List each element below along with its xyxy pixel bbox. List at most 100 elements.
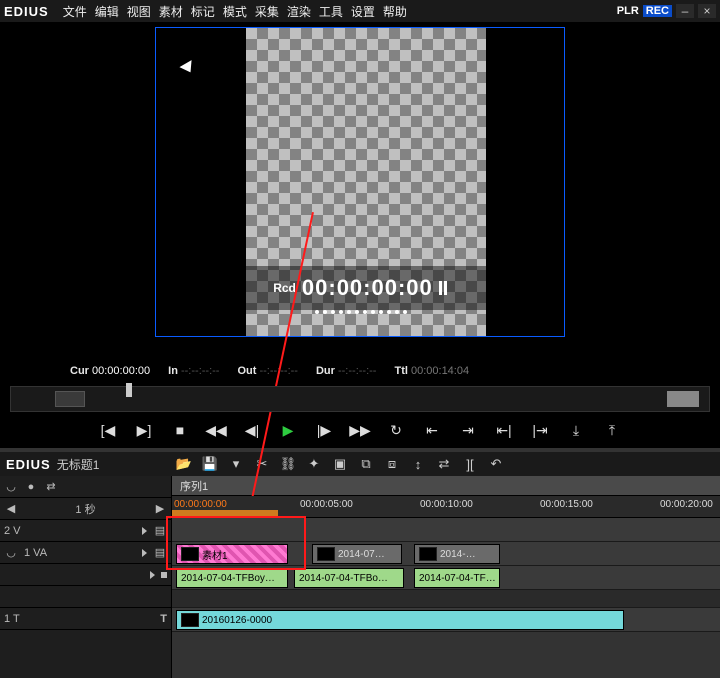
insert-button[interactable]: ⤓: [565, 420, 587, 440]
menu-mode[interactable]: 模式: [223, 3, 247, 20]
scrub-range-handle[interactable]: [55, 391, 85, 407]
ruler-tick-1: 00:00:05:00: [300, 499, 353, 510]
menu-edit[interactable]: 编辑: [95, 3, 119, 20]
ruler-tick-2: 00:00:10:00: [420, 499, 473, 510]
loop-button[interactable]: ↻: [385, 420, 407, 440]
sequence-label: 序列1: [180, 478, 208, 494]
video-icon[interactable]: ▤: [153, 546, 167, 560]
dropdown-icon[interactable]: ▾: [228, 456, 244, 472]
rewind-button[interactable]: ◀◀: [205, 420, 227, 440]
track-2v-label: 2 V: [4, 525, 21, 537]
eye-icon[interactable]: ◡: [4, 480, 18, 494]
thumb-icon: [317, 547, 335, 561]
title-icon[interactable]: T: [160, 613, 167, 625]
next-icon[interactable]: ▶: [153, 502, 167, 516]
dur-value[interactable]: --:--:--:--: [338, 365, 376, 377]
timecode-bar: Cur 00:00:00:00 In --:--:--:-- Out --:--…: [0, 360, 720, 382]
ruler-tick-4: 00:00:20:00: [660, 499, 713, 510]
cur-value[interactable]: 00:00:00:00: [92, 365, 150, 377]
rec-label[interactable]: REC: [643, 5, 672, 17]
snap-icon[interactable]: ↕: [410, 456, 426, 472]
timeline-header: EDIUS 无标题1 📂 💾 ▾ ✂ ⛓ ✦ ▣ ⧉ ⧈ ↕ ⇄ ][ ↶: [0, 452, 720, 476]
clip-green-2[interactable]: 2014-07-04-TFBo…: [294, 568, 404, 588]
clip-gray1-label: 2014-07…: [338, 549, 385, 560]
main-menu: 文件 编辑 视图 素材 标记 模式 采集 渲染 工具 设置 帮助: [63, 3, 407, 20]
row-1t[interactable]: 20160126-0000: [172, 608, 720, 632]
menu-marker[interactable]: 标记: [191, 3, 215, 20]
save-icon[interactable]: 💾: [202, 456, 218, 472]
ungroup-icon[interactable]: ⧈: [384, 456, 400, 472]
play-button[interactable]: ▶: [277, 420, 299, 440]
prev-icon[interactable]: ◀: [4, 502, 18, 516]
clip-title-1[interactable]: 20160126-0000: [176, 610, 624, 630]
track-spacer: [0, 586, 171, 608]
transport-bar: [◀ ▶] ■ ◀◀ ◀| ▶ |▶ ▶▶ ↻ ⇤ ⇥ ⇤| |⇥ ⤓ ⤒: [0, 412, 720, 444]
effect-icon[interactable]: ✦: [306, 456, 322, 472]
stop-button[interactable]: ■: [169, 420, 191, 440]
speaker-icon[interactable]: [161, 572, 167, 578]
prev-frame-button[interactable]: ◀|: [241, 420, 263, 440]
ttl-value[interactable]: 00:00:14:04: [411, 365, 469, 377]
timeline-title[interactable]: 无标题1: [57, 456, 100, 473]
triangle-icon: [179, 60, 196, 76]
set-out-button[interactable]: ▶]: [133, 420, 155, 440]
rotate-icon[interactable]: ↶: [488, 456, 504, 472]
next-frame-button[interactable]: |▶: [313, 420, 335, 440]
clip-gray-2[interactable]: 2014-…: [414, 544, 500, 564]
menu-view[interactable]: 视图: [127, 3, 151, 20]
scrub-bar[interactable]: [10, 386, 710, 412]
group-icon[interactable]: ⧉: [358, 456, 374, 472]
next-edit-button[interactable]: |⇥: [529, 420, 551, 440]
open-icon[interactable]: 📂: [176, 456, 192, 472]
fast-forward-button[interactable]: ▶▶: [349, 420, 371, 440]
goto-in-button[interactable]: ⇤: [421, 420, 443, 440]
scrub-end-cap[interactable]: [667, 391, 699, 407]
track-1va-audio[interactable]: [0, 564, 171, 586]
chain-icon[interactable]: ⛓: [280, 456, 296, 472]
menu-clip[interactable]: 素材: [159, 3, 183, 20]
cur-label: Cur: [70, 365, 89, 377]
record-enable-icon[interactable]: ◡: [4, 546, 18, 560]
in-value[interactable]: --:--:--:--: [181, 365, 219, 377]
menu-capture[interactable]: 采集: [255, 3, 279, 20]
tracks-area[interactable]: 素材1 2014-07… 2014-… 2014-07-04-TFBoy… 20…: [172, 518, 720, 678]
clip-gray-1[interactable]: 2014-07…: [312, 544, 402, 564]
expand-icon[interactable]: [150, 571, 155, 579]
plr-label[interactable]: PLR: [617, 5, 639, 17]
scrub-playhead[interactable]: [126, 383, 132, 397]
goto-out-button[interactable]: ⇥: [457, 420, 479, 440]
menu-render[interactable]: 渲染: [287, 3, 311, 20]
track-1va[interactable]: ◡ 1 VA ▤: [0, 542, 171, 564]
target-icon[interactable]: ●: [24, 480, 38, 494]
link-icon[interactable]: ⇄: [44, 480, 58, 494]
menu-file[interactable]: 文件: [63, 3, 87, 20]
canvas-frame[interactable]: Rcd 00:00:00:00: [155, 27, 565, 337]
close-button[interactable]: ×: [698, 4, 716, 18]
expand-icon[interactable]: [142, 549, 147, 557]
menu-tools[interactable]: 工具: [319, 3, 343, 20]
frame-icon[interactable]: ▣: [332, 456, 348, 472]
track-1t[interactable]: 1 T T: [0, 608, 171, 630]
title-bar: EDIUS 文件 编辑 视图 素材 标记 模式 采集 渲染 工具 设置 帮助 P…: [0, 0, 720, 22]
timeline-body: ◡ ● ⇄ ◀ 1 秒 ▶ 2 V ▤ ◡ 1 VA ▤ 1 T T: [0, 476, 720, 678]
time-ruler[interactable]: 00:00:00:00 00:00:05:00 00:00:10:00 00:0…: [172, 496, 720, 518]
clip-green-1[interactable]: 2014-07-04-TFBoy…: [176, 568, 288, 588]
clip-green-3[interactable]: 2014-07-04-TF…: [414, 568, 500, 588]
minimize-button[interactable]: –: [676, 4, 694, 18]
prev-edit-button[interactable]: ⇤|: [493, 420, 515, 440]
trim-icon[interactable]: ][: [462, 456, 478, 472]
track-2v[interactable]: 2 V ▤: [0, 520, 171, 542]
menu-help[interactable]: 帮助: [383, 3, 407, 20]
timeline-toolbar: 📂 💾 ▾ ✂ ⛓ ✦ ▣ ⧉ ⧈ ↕ ⇄ ][ ↶: [170, 456, 504, 472]
ttl-label: Ttl: [394, 365, 407, 377]
row-spacer: [172, 590, 720, 608]
link-icon[interactable]: ⇄: [436, 456, 452, 472]
overwrite-button[interactable]: ⤒: [601, 420, 623, 440]
set-in-button[interactable]: [◀: [97, 420, 119, 440]
timeline-right: 序列1 00:00:00:00 00:00:05:00 00:00:10:00 …: [172, 476, 720, 678]
menu-settings[interactable]: 设置: [351, 3, 375, 20]
timeline-logo: EDIUS: [0, 457, 57, 472]
zoom-label[interactable]: 1 秒: [24, 501, 147, 517]
expand-icon[interactable]: [142, 527, 147, 535]
video-icon[interactable]: ▤: [153, 524, 167, 538]
